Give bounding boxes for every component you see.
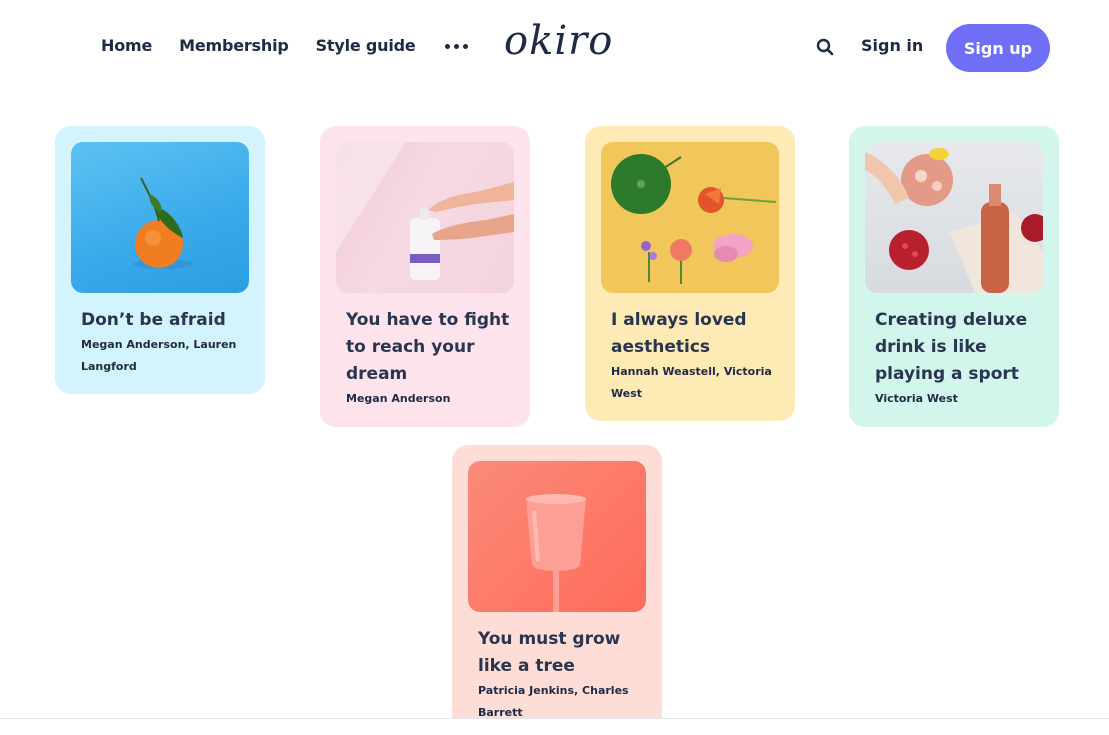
sign-in-link[interactable]: Sign in bbox=[861, 36, 923, 55]
flowers-image[interactable] bbox=[601, 142, 779, 293]
nav-membership-link[interactable]: Membership bbox=[179, 36, 289, 55]
nav-style-guide-link[interactable]: Style guide bbox=[316, 36, 416, 55]
card-title[interactable]: Creating deluxe drink is like playing a … bbox=[875, 307, 1045, 388]
hand-lotion-image[interactable] bbox=[336, 142, 514, 293]
card-authors: Megan Anderson bbox=[346, 392, 451, 405]
search-icon[interactable] bbox=[816, 38, 834, 56]
card-authors: Megan Anderson, Lauren Langford bbox=[81, 338, 237, 373]
card-title[interactable]: You have to fight to reach your dream bbox=[346, 307, 516, 388]
main-nav: Home Membership Style guide bbox=[101, 36, 468, 55]
card-authors: Hannah Weastell, Victoria West bbox=[611, 365, 772, 400]
bottom-bar bbox=[0, 718, 1109, 735]
nav-home-link[interactable]: Home bbox=[101, 36, 152, 55]
drink-pomegranate-image[interactable] bbox=[865, 142, 1043, 293]
site-logo[interactable]: okiro bbox=[504, 18, 613, 64]
post-card[interactable]: I always loved aesthetics Hannah Weastel… bbox=[585, 126, 795, 421]
more-menu-icon[interactable] bbox=[444, 44, 468, 49]
sign-up-button[interactable]: Sign up bbox=[946, 24, 1050, 72]
post-card[interactable]: You have to fight to reach your dream Me… bbox=[320, 126, 530, 427]
post-card[interactable]: Creating deluxe drink is like playing a … bbox=[849, 126, 1059, 427]
card-title[interactable]: I always loved aesthetics bbox=[611, 307, 781, 361]
post-card[interactable]: Don’t be afraid Megan Anderson, Lauren L… bbox=[55, 126, 265, 394]
wine-glass-image[interactable] bbox=[468, 461, 646, 612]
post-card[interactable]: You must grow like a tree Patricia Jenki… bbox=[452, 445, 662, 735]
site-header: Home Membership Style guide okiro Sign i… bbox=[0, 0, 1109, 95]
card-title[interactable]: Don’t be afraid bbox=[81, 307, 251, 334]
card-title[interactable]: You must grow like a tree bbox=[478, 626, 648, 680]
card-authors: Victoria West bbox=[875, 392, 958, 405]
mandarin-orange-image[interactable] bbox=[71, 142, 249, 293]
